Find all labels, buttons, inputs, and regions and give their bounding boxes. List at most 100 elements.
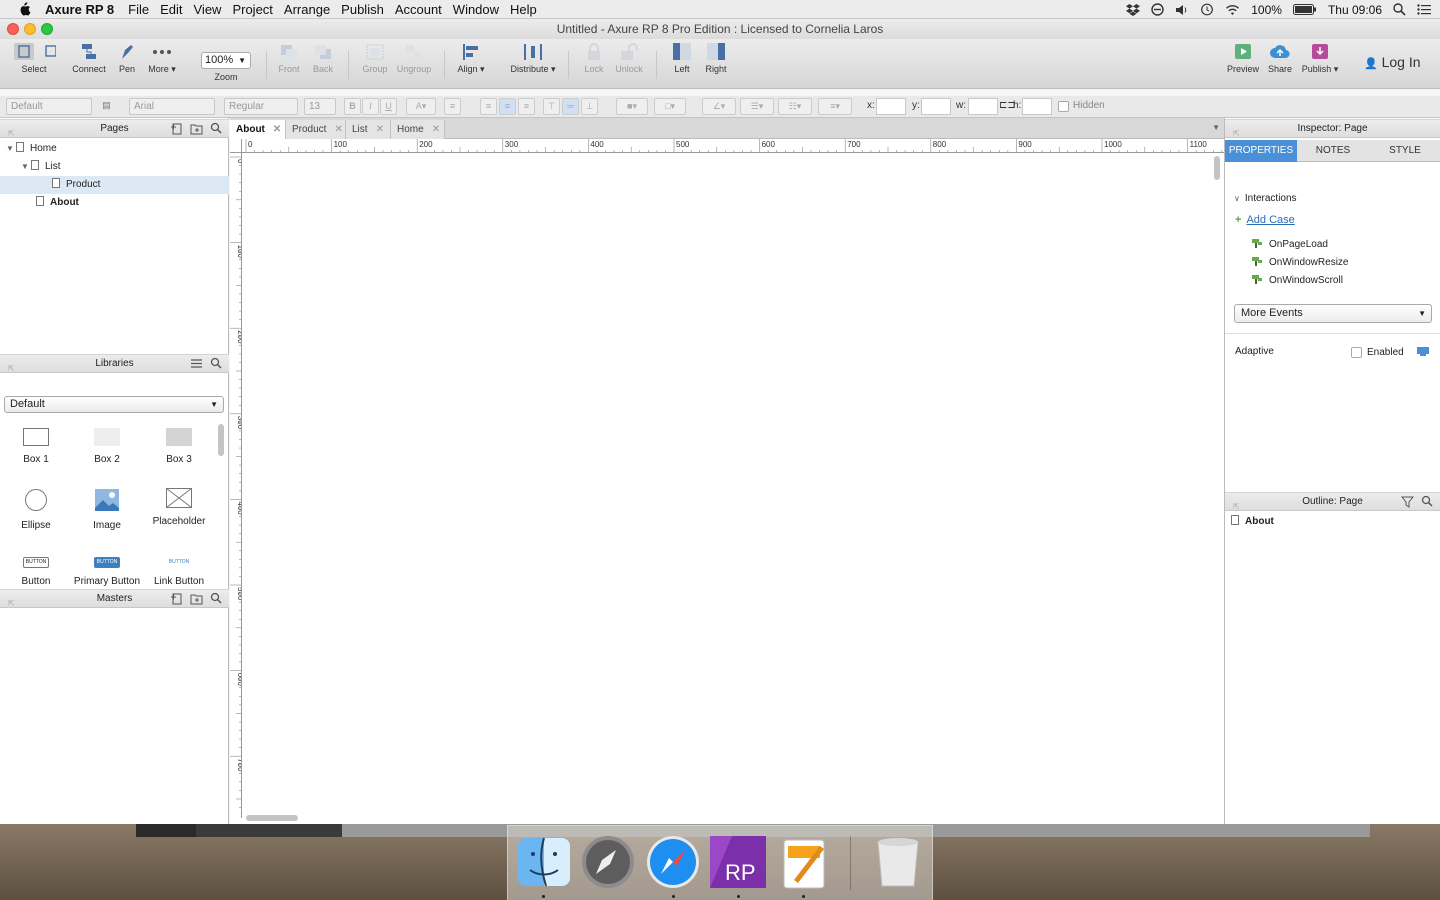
group-button[interactable]: Group	[358, 43, 392, 74]
more-tools-button[interactable]: More ▾	[146, 43, 178, 75]
menubar-clock[interactable]: Thu 09:06	[1328, 3, 1382, 17]
pages-icon[interactable]	[776, 834, 832, 890]
tab-style[interactable]: STYLE	[1369, 140, 1440, 162]
font-weight-select[interactable]: Regular	[224, 98, 298, 115]
add-folder-icon[interactable]	[190, 122, 203, 135]
page-tree-item[interactable]: About	[0, 194, 229, 212]
menu-file[interactable]: File	[128, 2, 160, 17]
right-panel-toggle[interactable]: Right	[702, 43, 730, 74]
menu-arrange[interactable]: Arrange	[284, 2, 341, 17]
italic-button[interactable]: I	[362, 98, 379, 115]
close-tab-icon[interactable]: ✕	[273, 124, 281, 135]
tab-about[interactable]: About ✕	[230, 120, 286, 139]
preview-button[interactable]: Preview	[1226, 43, 1260, 74]
app-menu[interactable]: Axure RP 8	[45, 2, 125, 17]
time-machine-icon[interactable]	[1200, 3, 1214, 16]
page-tree-item[interactable]: ▼ Home	[0, 140, 229, 158]
spotlight-search-icon[interactable]	[1393, 3, 1406, 16]
share-button[interactable]: Share	[1264, 43, 1296, 74]
connect-tool-button[interactable]: Connect	[70, 43, 108, 74]
close-tab-icon[interactable]: ✕	[376, 124, 384, 135]
line-width-button[interactable]: ☰▾	[740, 98, 774, 115]
widget-link-button[interactable]: BUTTON Link Button	[143, 557, 215, 587]
send-back-button[interactable]: Back	[308, 43, 338, 74]
add-folder-icon[interactable]	[190, 592, 203, 605]
fill-color-button[interactable]: ■▾	[616, 98, 648, 115]
trash-icon[interactable]	[870, 834, 926, 890]
widget-ellipse[interactable]: Ellipse	[0, 488, 72, 531]
widget-placeholder[interactable]: Placeholder	[143, 488, 215, 527]
search-icon[interactable]	[1421, 495, 1434, 508]
event-onpageload[interactable]: OnPageLoad	[1252, 239, 1328, 250]
font-color-button[interactable]: A▾	[406, 98, 436, 115]
filter-icon[interactable]	[1401, 495, 1414, 508]
library-menu-icon[interactable]	[190, 357, 203, 370]
expand-arrow-icon[interactable]: ▼	[6, 140, 16, 158]
search-icon[interactable]	[210, 592, 223, 605]
align-left-text-button[interactable]: ≡	[480, 98, 497, 115]
battery-icon[interactable]	[1292, 4, 1317, 15]
line-color-button[interactable]: ∠▾	[702, 98, 736, 115]
add-master-icon[interactable]	[170, 592, 183, 605]
publish-button[interactable]: Publish ▾	[1300, 43, 1340, 75]
left-panel-toggle[interactable]: Left	[668, 43, 696, 74]
minimize-window-button[interactable]	[24, 23, 36, 35]
align-button[interactable]: Align ▾	[454, 43, 488, 75]
unlock-button[interactable]: Unlock	[612, 43, 646, 74]
event-onwindowscroll[interactable]: OnWindowScroll	[1252, 275, 1343, 286]
tab-list[interactable]: List ✕	[346, 120, 391, 139]
close-window-button[interactable]	[7, 23, 19, 35]
axure-rp-icon[interactable]: RP	[710, 834, 766, 890]
pen-tool-button[interactable]: Pen	[114, 43, 140, 74]
interactions-section[interactable]: ∨ Interactions	[1234, 193, 1297, 204]
menu-account[interactable]: Account	[395, 2, 453, 17]
font-family-select[interactable]: Arial	[129, 98, 215, 115]
safari-icon[interactable]	[645, 834, 701, 890]
do-not-disturb-icon[interactable]	[1151, 3, 1164, 16]
menu-project[interactable]: Project	[232, 2, 283, 17]
widget-box-3[interactable]: Box 3	[143, 428, 215, 465]
tab-home[interactable]: Home ✕	[391, 120, 445, 139]
menu-view[interactable]: View	[194, 2, 233, 17]
canvas-vertical-scrollbar[interactable]	[1214, 156, 1220, 180]
add-case-link[interactable]: + Add Case	[1235, 214, 1295, 226]
login-button[interactable]: 👤 Log In	[1364, 54, 1421, 70]
arrow-style-button[interactable]: ≡▾	[818, 98, 852, 115]
page-canvas[interactable]	[244, 156, 1210, 808]
menu-help[interactable]: Help	[510, 2, 548, 17]
bring-front-button[interactable]: Front	[274, 43, 304, 74]
menu-edit[interactable]: Edit	[160, 2, 193, 17]
tab-product[interactable]: Product ✕	[286, 120, 346, 139]
tab-properties[interactable]: PROPERTIES	[1225, 140, 1297, 162]
close-tab-icon[interactable]: ✕	[432, 124, 440, 135]
hidden-checkbox[interactable]	[1058, 101, 1069, 112]
x-input[interactable]	[876, 98, 906, 115]
apple-menu-icon[interactable]	[17, 2, 31, 16]
menu-window[interactable]: Window	[453, 2, 510, 17]
align-bottom-button[interactable]: ⊥	[581, 98, 598, 115]
zoom-select[interactable]: 100% ▼	[201, 52, 251, 69]
event-onwindowresize[interactable]: OnWindowResize	[1252, 257, 1348, 268]
search-icon[interactable]	[210, 122, 223, 135]
lock-button[interactable]: Lock	[580, 43, 608, 74]
page-tree-item[interactable]: ▼ List	[0, 158, 229, 176]
zoom-window-button[interactable]	[41, 23, 53, 35]
adaptive-enabled-checkbox[interactable]	[1351, 347, 1362, 358]
font-size-select[interactable]: 13	[304, 98, 336, 115]
w-input[interactable]	[968, 98, 998, 115]
y-input[interactable]	[921, 98, 951, 115]
style-select[interactable]: Default	[6, 98, 92, 115]
underline-button[interactable]: U	[380, 98, 397, 115]
widget-button[interactable]: BUTTON Button	[0, 557, 72, 587]
library-scrollbar[interactable]	[218, 424, 224, 456]
notification-center-icon[interactable]	[1417, 4, 1431, 15]
expand-arrow-icon[interactable]: ▼	[21, 158, 31, 176]
search-icon[interactable]	[210, 357, 223, 370]
shadow-button[interactable]: □▾	[654, 98, 686, 115]
ungroup-button[interactable]: Ungroup	[394, 43, 434, 74]
style-editor-icon[interactable]: ▤	[98, 98, 115, 115]
outline-item[interactable]: About	[1231, 515, 1274, 527]
canvas-horizontal-scrollbar[interactable]	[246, 815, 298, 821]
select-tool-button[interactable]: Select	[8, 43, 60, 74]
pin-icon[interactable]: ⇱	[8, 360, 15, 378]
